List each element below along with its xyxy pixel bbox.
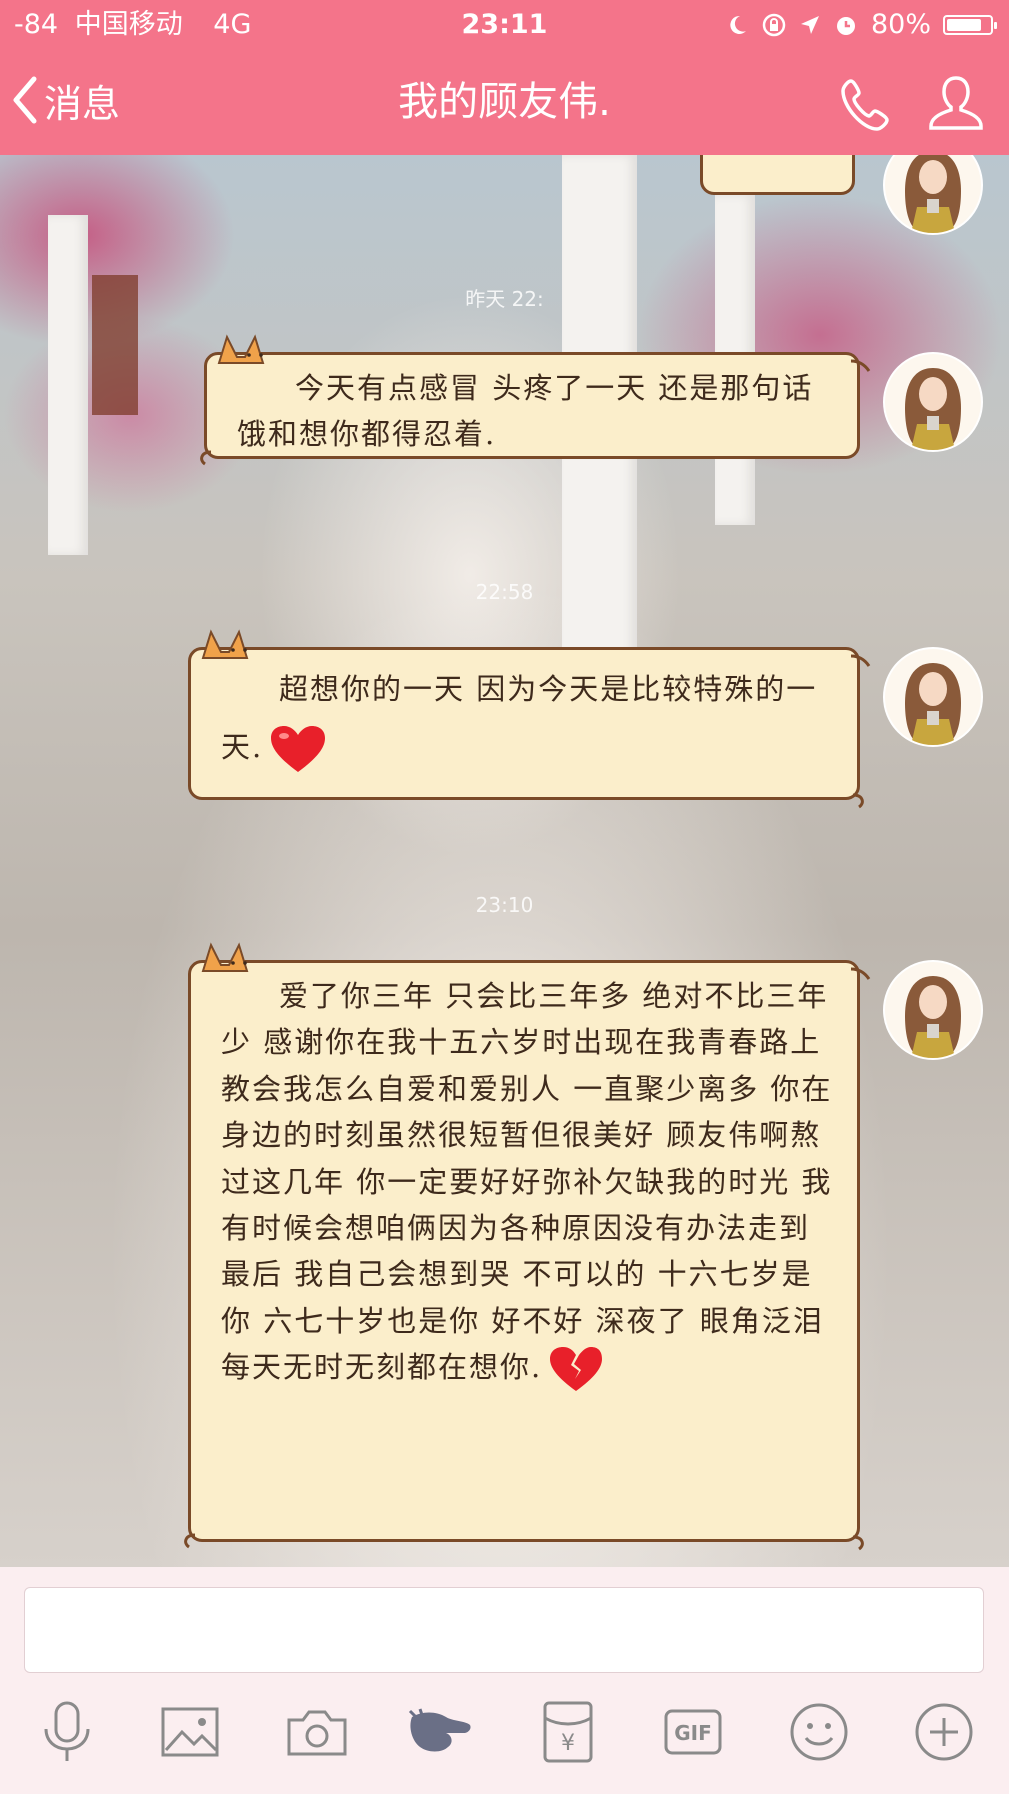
toolbar: ¥ GIF (0, 1697, 1009, 1777)
bubble-curl-icon (852, 1535, 864, 1551)
avatar-girl-icon (905, 155, 961, 233)
location-icon (800, 16, 819, 34)
red-packet-label: ¥ (561, 1731, 575, 1756)
bubble-tail-icon (851, 359, 871, 372)
message-bubble[interactable]: 爱了你三年 只会比三年多 绝对不比三年少 感谢你在我十五六岁时出现在我青春路上 … (184, 942, 871, 1551)
camera-icon[interactable] (282, 1697, 352, 1767)
message-input[interactable] (24, 1587, 984, 1673)
bubble-tail-icon (851, 967, 871, 980)
message-text: 超想你的一天 因为今天是比较特殊的一天. (221, 660, 833, 776)
message-text: 爱了你三年 只会比三年多 绝对不比三年少 感谢你在我十五六岁时出现在我青春路上 … (221, 973, 833, 1393)
bubble-tail-icon (851, 654, 871, 667)
profile-icon[interactable] (925, 72, 987, 134)
timestamp: 昨天 22: (465, 287, 544, 311)
cat-ears-decoration-icon (201, 942, 249, 972)
avatar-girl-icon (905, 976, 961, 1058)
alarm-icon (836, 17, 855, 35)
avatar[interactable] (883, 155, 983, 235)
plus-icon[interactable] (909, 1697, 979, 1767)
avatar[interactable] (883, 647, 983, 747)
nav-bar: 消息 我的顾友伟. (0, 50, 1009, 155)
red-heart-icon (271, 726, 326, 772)
avatar[interactable] (883, 960, 983, 1060)
poke-icon[interactable] (405, 1697, 475, 1767)
battery-icon (943, 15, 997, 35)
rotation-lock-icon (762, 13, 786, 37)
red-packet-icon[interactable]: ¥ (533, 1697, 603, 1767)
message-bubble[interactable]: 超想你的一天 因为今天是比较特殊的一天. (188, 629, 871, 809)
moon-icon (730, 15, 746, 34)
image-icon[interactable] (155, 1697, 225, 1767)
microphone-icon[interactable] (32, 1697, 102, 1767)
status-icons: 80% (725, 0, 997, 50)
timestamp: 22:58 (475, 580, 534, 604)
message-text: 今天有点感冒 头疼了一天 还是那句话饿和想你都得忍着. (237, 371, 814, 452)
bubble-curl-icon (200, 450, 212, 466)
emoji-icon[interactable] (784, 1697, 854, 1767)
message-bubble[interactable]: 今天有点感冒 头疼了一天 还是那句话饿和想你都得忍着. (200, 334, 871, 466)
gif-icon[interactable]: GIF (658, 1697, 728, 1767)
timestamp: 23:10 (475, 893, 534, 917)
battery-fill (947, 19, 981, 31)
avatar[interactable] (883, 352, 983, 452)
cat-ears-decoration-icon (217, 334, 265, 364)
chat-area[interactable]: 昨天 22: 今天有点感冒 头疼了一天 还是那句话饿和想你都得忍着. 22:58… (0, 155, 1009, 1567)
message-text-content: 爱了你三年 只会比三年多 绝对不比三年少 感谢你在我十五六岁时出现在我青春路上 … (221, 979, 833, 1385)
bubble-curl-icon (852, 793, 864, 809)
background-pillar (48, 215, 88, 555)
avatar-girl-icon (905, 663, 961, 745)
input-panel: ¥ GIF (0, 1567, 1009, 1794)
cat-ears-decoration-icon (201, 629, 249, 659)
status-bar: -84 中国移动 4G 23:11 80% (0, 0, 1009, 50)
broken-heart-icon (550, 1347, 603, 1392)
battery-percent: 80% (870, 9, 931, 40)
phone-icon[interactable] (837, 75, 897, 135)
avatar-girl-icon (905, 368, 961, 450)
bubble-curl-icon (184, 1533, 196, 1549)
message-bubble-partial (700, 155, 855, 195)
gif-label: GIF (674, 1721, 712, 1745)
top-bar: -84 中国移动 4G 23:11 80% 消息 我的顾友伟. (0, 0, 1009, 155)
